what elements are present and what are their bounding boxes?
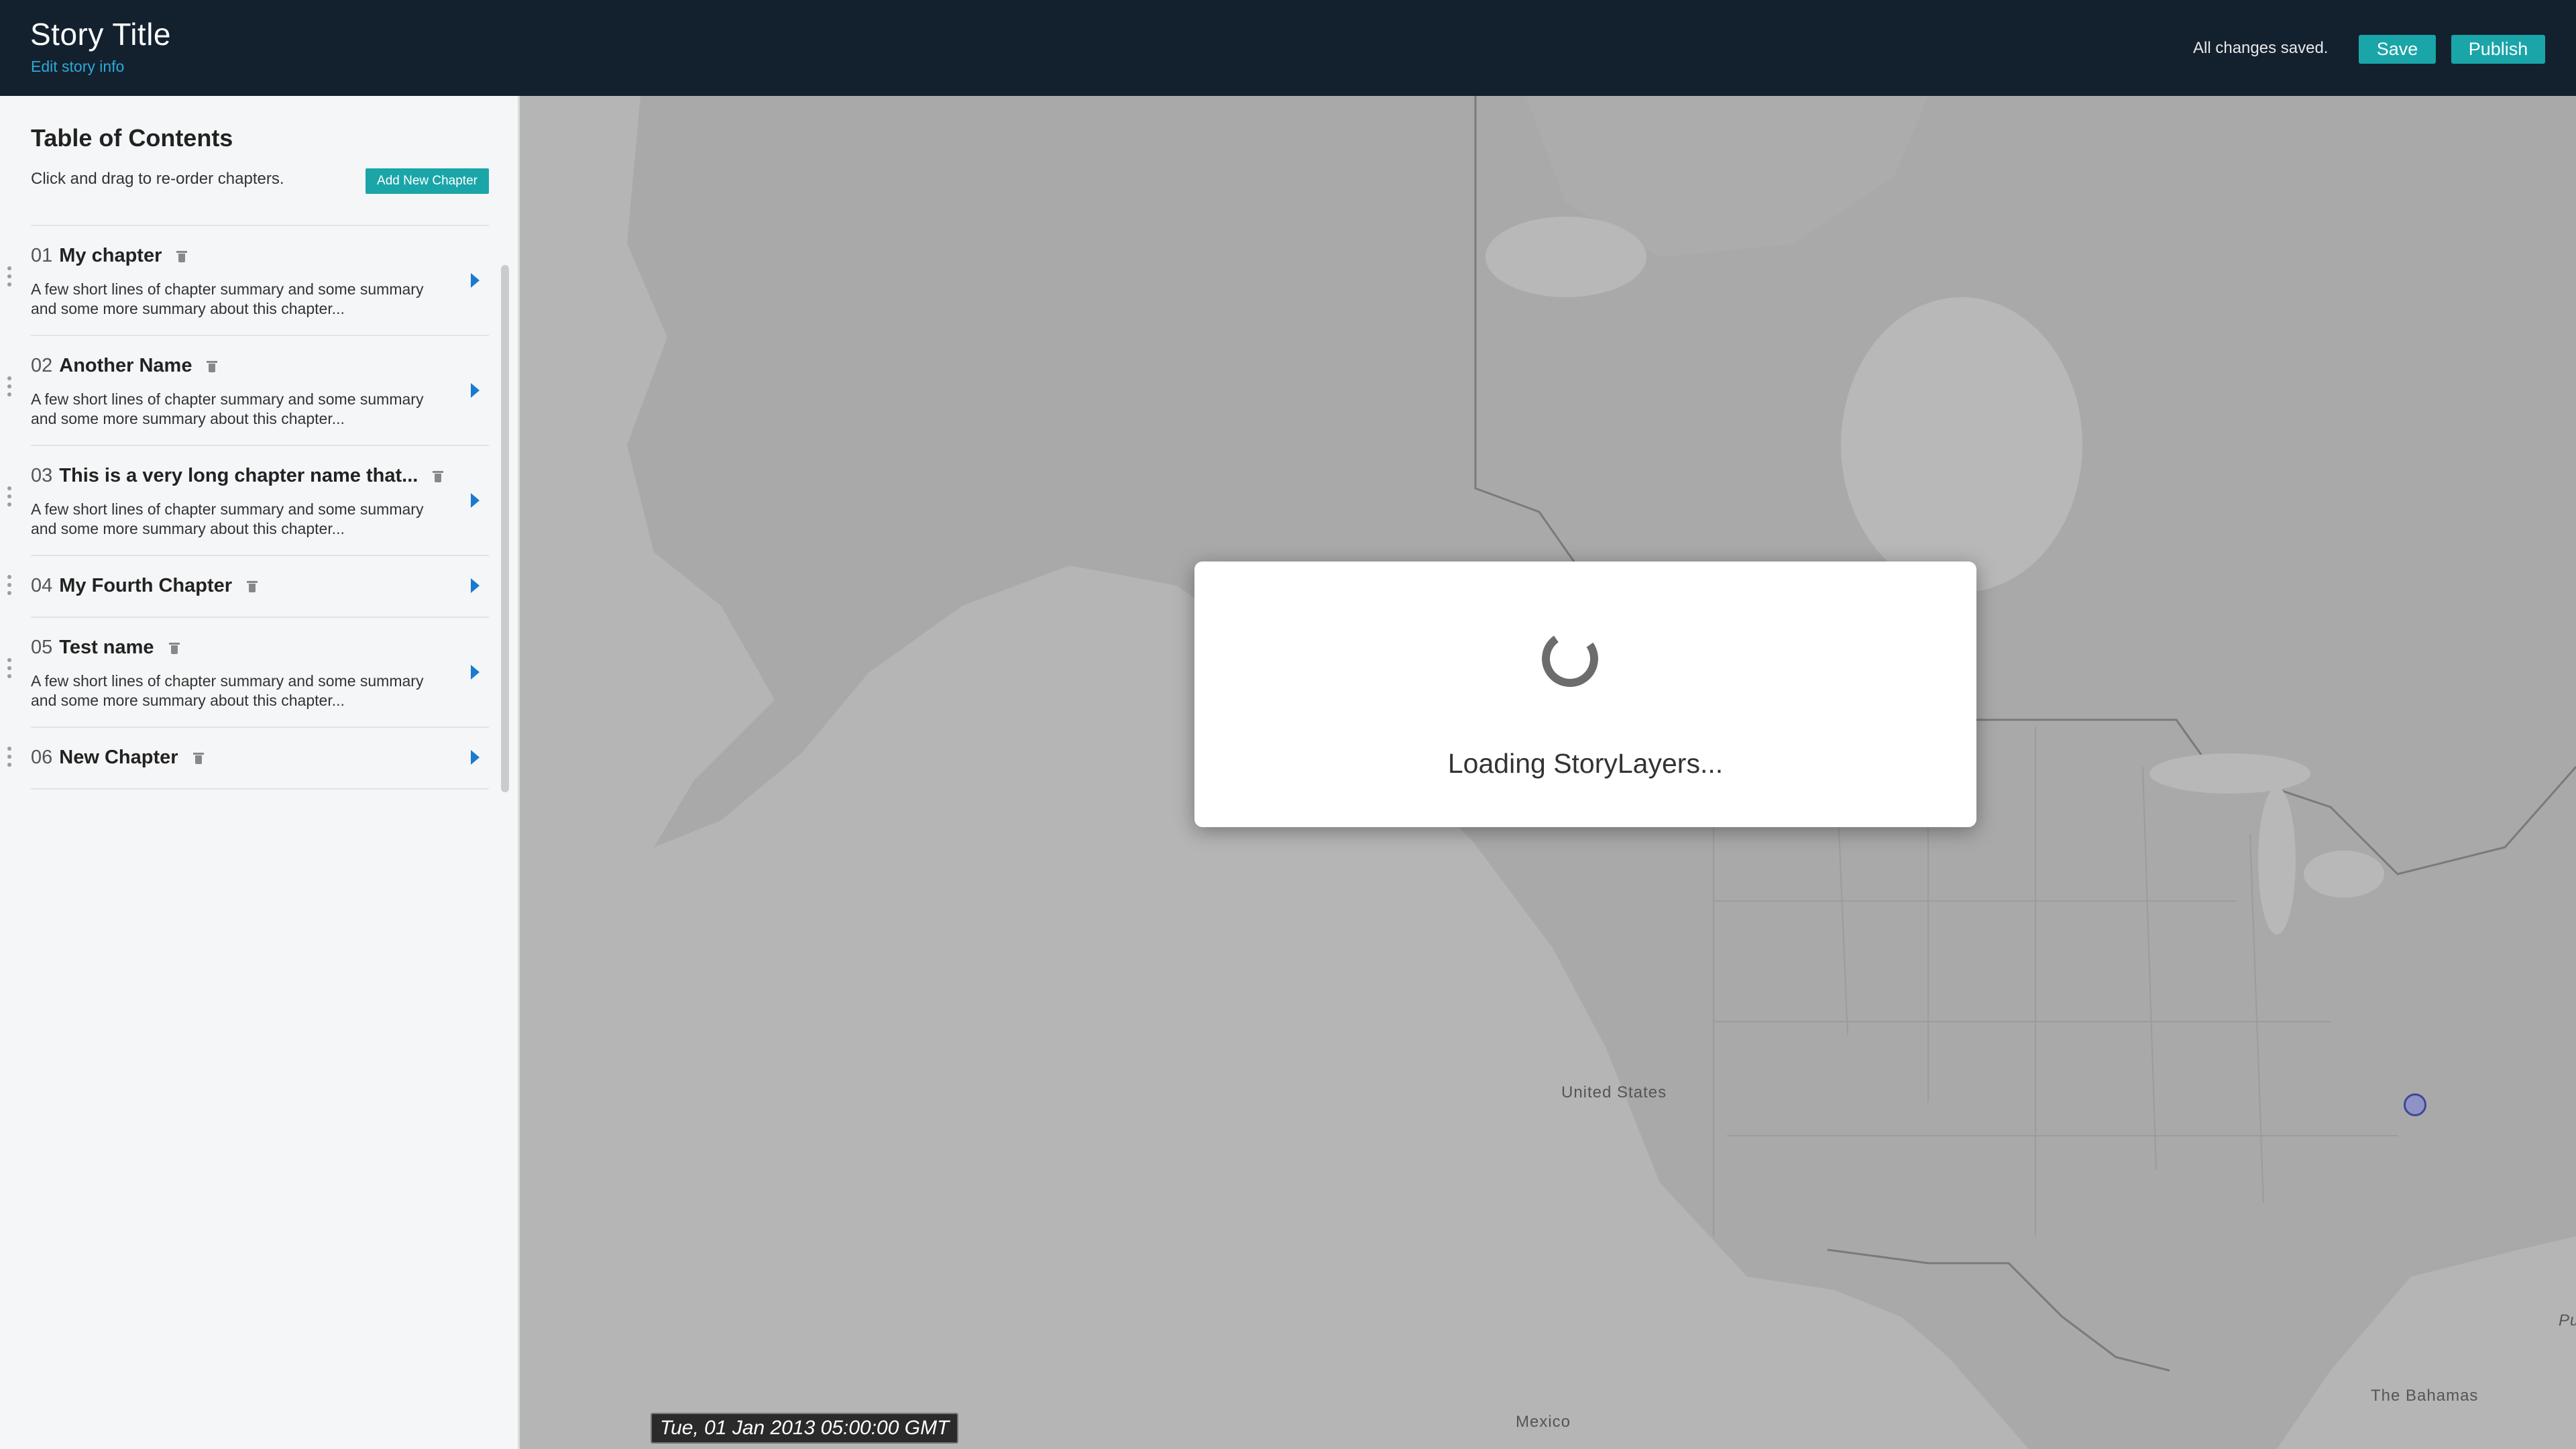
- save-button[interactable]: Save: [2359, 35, 2436, 64]
- add-new-chapter-button[interactable]: Add New Chapter: [366, 168, 489, 194]
- map-label-bahamas: The Bahamas: [2371, 1387, 2479, 1405]
- publish-button[interactable]: Publish: [2451, 35, 2545, 64]
- chevron-right-icon[interactable]: [471, 383, 480, 398]
- chapter-summary: A few short lines of chapter summary and…: [31, 280, 424, 317]
- chapter-name: My Fourth Chapter: [59, 575, 233, 596]
- chevron-right-icon[interactable]: [471, 493, 480, 508]
- chapter-item[interactable]: 05 Test name A few short lines of chapter…: [7, 618, 489, 728]
- trash-icon[interactable]: [207, 360, 218, 373]
- drag-handle-icon[interactable]: [7, 658, 12, 678]
- map-label-edge: Pu: [2559, 1311, 2576, 1330]
- loading-spinner-icon: [1537, 626, 1603, 692]
- chapter-summary: A few short lines of chapter summary and…: [31, 672, 424, 709]
- drag-handle-icon[interactable]: [7, 486, 12, 506]
- chapter-item[interactable]: 03 This is a very long chapter name that.…: [7, 446, 489, 556]
- chapter-number: 03: [31, 465, 53, 486]
- chapter-number: 01: [31, 245, 53, 266]
- chapter-name: Another Name: [59, 355, 192, 376]
- chapter-name: This is a very long chapter name that...: [59, 465, 418, 486]
- chevron-right-icon[interactable]: [471, 273, 480, 288]
- chapter-summary: A few short lines of chapter summary and…: [31, 390, 424, 427]
- map-point-marker[interactable]: [2404, 1093, 2426, 1116]
- chapter-number: 06: [31, 747, 53, 768]
- chevron-right-icon[interactable]: [471, 750, 480, 765]
- chapter-number: 02: [31, 355, 53, 376]
- drag-handle-icon[interactable]: [7, 266, 12, 286]
- trash-icon[interactable]: [192, 751, 204, 765]
- chapter-list: 01 My chapter A few short lines of chapte…: [7, 225, 489, 790]
- chapter-item[interactable]: 04 My Fourth Chapter: [7, 556, 489, 618]
- time-display: Tue, 01 Jan 2013 05:00:00 GMT: [651, 1413, 959, 1444]
- chevron-right-icon[interactable]: [471, 578, 480, 593]
- trash-icon[interactable]: [433, 470, 444, 483]
- chapter-name: New Chapter: [59, 747, 178, 768]
- map-label-united-states: United States: [1561, 1083, 1667, 1102]
- chapter-number: 05: [31, 637, 53, 658]
- save-status: All changes saved.: [2193, 39, 2329, 57]
- sidebar-scrollbar[interactable]: [501, 265, 509, 792]
- edit-story-info-link[interactable]: Edit story info: [31, 58, 124, 76]
- toc-hint: Click and drag to re-order chapters.: [31, 170, 284, 188]
- top-header: Story Title Edit story info All changes …: [0, 0, 2576, 96]
- toc-title: Table of Contents: [31, 124, 233, 152]
- chapter-item[interactable]: 01 My chapter A few short lines of chapte…: [7, 226, 489, 336]
- drag-handle-icon[interactable]: [7, 376, 12, 396]
- chapter-name: My chapter: [59, 245, 162, 266]
- loading-modal: Loading StoryLayers...: [1194, 561, 1976, 827]
- map-label-mexico: Mexico: [1516, 1413, 1571, 1431]
- chapter-summary: A few short lines of chapter summary and…: [31, 500, 424, 537]
- trash-icon[interactable]: [247, 580, 258, 593]
- drag-handle-icon[interactable]: [7, 575, 12, 595]
- trash-icon[interactable]: [176, 250, 188, 263]
- chapter-item[interactable]: 06 New Chapter: [7, 728, 489, 790]
- drag-handle-icon[interactable]: [7, 747, 12, 767]
- chapter-name: Test name: [59, 637, 154, 658]
- chevron-right-icon[interactable]: [471, 665, 480, 680]
- story-title: Story Title: [30, 17, 172, 52]
- trash-icon[interactable]: [168, 641, 180, 655]
- loading-text: Loading StoryLayers...: [1447, 748, 1724, 779]
- chapter-item[interactable]: 02 Another Name A few short lines of chap…: [7, 336, 489, 446]
- chapter-number: 04: [31, 575, 53, 596]
- table-of-contents-sidebar: Table of Contents Click and drag to re-o…: [0, 96, 520, 1449]
